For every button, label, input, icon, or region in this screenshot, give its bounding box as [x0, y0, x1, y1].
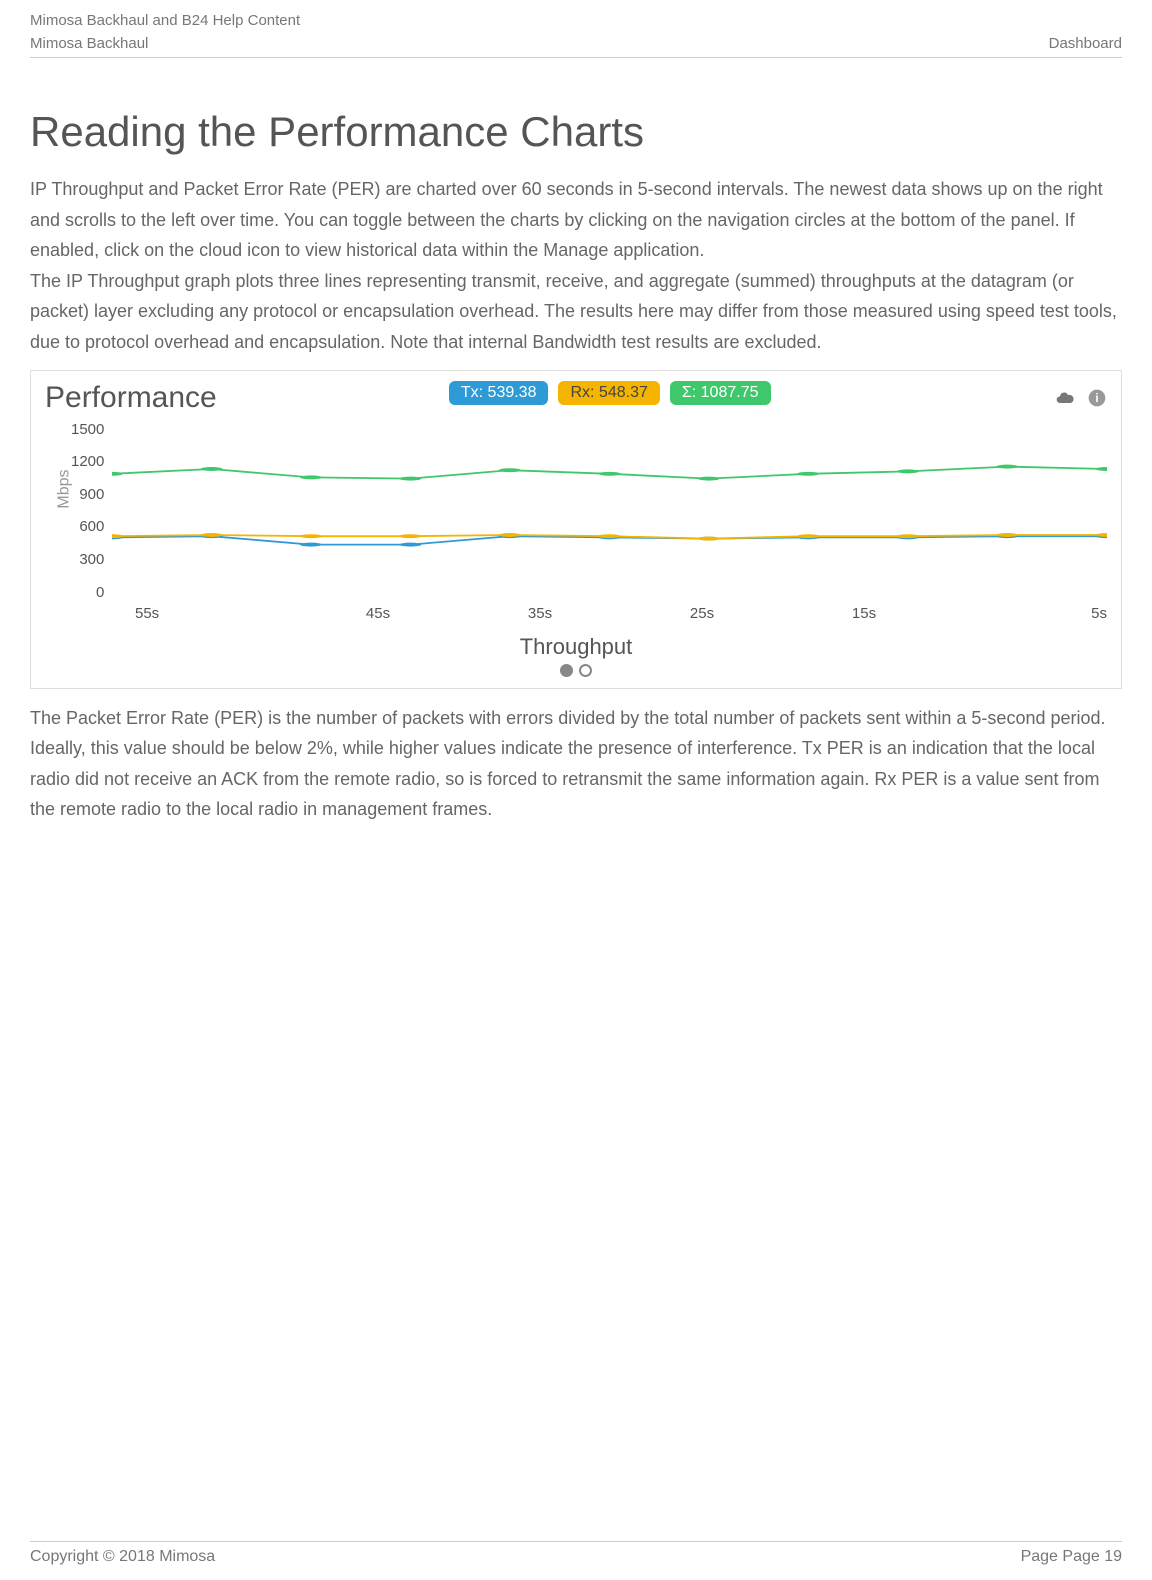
- footer-page: Page Page 19: [1021, 1548, 1122, 1566]
- paragraph-throughput: The IP Throughput graph plots three line…: [30, 266, 1122, 358]
- y-axis-label: Mbps: [56, 469, 74, 508]
- legend-rx: Rx: 548.37: [558, 381, 659, 405]
- header-right: Dashboard: [1049, 33, 1122, 56]
- chart-dot-2[interactable]: [579, 664, 592, 677]
- chart-pagination: [45, 664, 1107, 682]
- footer-copyright: Copyright © 2018 Mimosa: [30, 1548, 215, 1566]
- paragraph-intro: IP Throughput and Packet Error Rate (PER…: [30, 174, 1122, 266]
- paragraph-per: The Packet Error Rate (PER) is the numbe…: [30, 703, 1122, 825]
- header-line1: Mimosa Backhaul and B24 Help Content: [30, 10, 1122, 33]
- page-title: Reading the Performance Charts: [30, 108, 1122, 156]
- legend-sum: Σ: 1087.75: [670, 381, 771, 405]
- x-axis-ticks: 55s 45s 35s 25s 15s 5s: [135, 605, 1107, 622]
- header-left: Mimosa Backhaul: [30, 33, 148, 56]
- page-footer: Copyright © 2018 Mimosa Page Page 19: [30, 1541, 1122, 1566]
- performance-panel: Performance i Mbps 1500 1200 900 600 300…: [30, 370, 1122, 689]
- chart-plot-area: Tx: 539.38 Rx: 548.37 Σ: 1087.75: [112, 377, 1107, 601]
- chart-dot-1[interactable]: [560, 664, 573, 677]
- y-axis-ticks: 1500 1200 900 600 300 0: [71, 421, 112, 601]
- page-header: Mimosa Backhaul and B24 Help Content Mim…: [30, 10, 1122, 58]
- legend-tx: Tx: 539.38: [449, 381, 549, 405]
- chart-subtitle: Throughput: [45, 634, 1107, 660]
